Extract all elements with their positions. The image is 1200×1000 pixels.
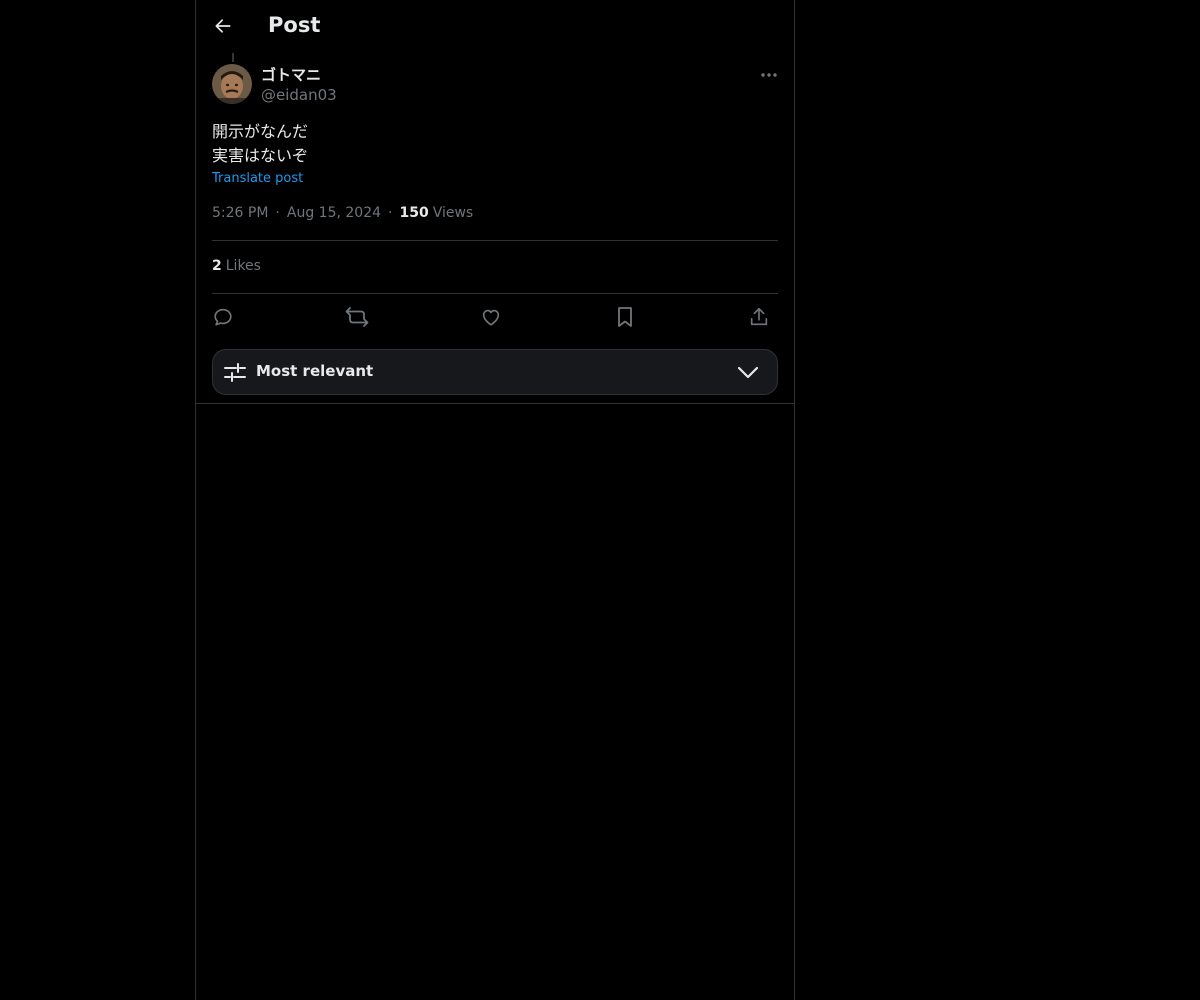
repost-button[interactable] (342, 303, 372, 331)
chevron-down-icon (737, 366, 759, 379)
more-horizontal-icon (761, 73, 777, 77)
share-icon (750, 307, 768, 326)
page-title: Post (268, 13, 321, 37)
post-meta: 5:26 PM · Aug 15, 2024 · 150 Views (212, 205, 473, 221)
repost-icon (345, 307, 369, 327)
share-button[interactable] (744, 303, 774, 331)
reply-sort-dropdown[interactable]: Most relevant (212, 349, 778, 395)
action-bar (212, 303, 778, 331)
author-display-name[interactable]: ゴトマニ (261, 64, 321, 85)
divider (212, 240, 778, 241)
like-button[interactable] (476, 303, 506, 331)
main-column: Post ゴトマニ @eidan03 開示がなんだ 実害はないぞ Transla… (195, 0, 795, 1000)
author-handle[interactable]: @eidan03 (261, 86, 337, 104)
divider (212, 293, 778, 294)
thread-line (232, 53, 234, 62)
post-text: 開示がなんだ 実害はないぞ (212, 120, 308, 168)
sort-label: Most relevant (256, 362, 374, 380)
bookmark-button[interactable] (610, 303, 640, 331)
page-header: Post (196, 0, 794, 53)
likes-label: Likes (225, 258, 261, 274)
reply-icon (214, 308, 232, 326)
separator-dot: · (388, 205, 393, 221)
likes-link[interactable]: 2 Likes (212, 258, 261, 274)
bookmark-icon (618, 307, 632, 327)
reply-button[interactable] (208, 303, 238, 331)
heart-icon (482, 309, 500, 326)
post-time[interactable]: 5:26 PM (212, 205, 268, 221)
views-count: 150 (399, 205, 429, 221)
divider (196, 403, 794, 404)
sliders-icon (224, 363, 246, 382)
avatar[interactable] (212, 64, 252, 104)
views-label: Views (432, 205, 474, 221)
post-text-line: 実害はないぞ (212, 146, 309, 165)
more-options-button[interactable] (756, 64, 782, 86)
translate-post-link[interactable]: Translate post (212, 171, 303, 186)
post-date[interactable]: Aug 15, 2024 (287, 205, 381, 221)
likes-count: 2 (212, 258, 222, 274)
back-button[interactable] (206, 9, 240, 43)
post-text-line: 開示がなんだ (212, 122, 309, 141)
separator-dot: · (275, 205, 280, 221)
avatar-photo (212, 64, 252, 104)
arrow-left-icon (215, 19, 231, 33)
